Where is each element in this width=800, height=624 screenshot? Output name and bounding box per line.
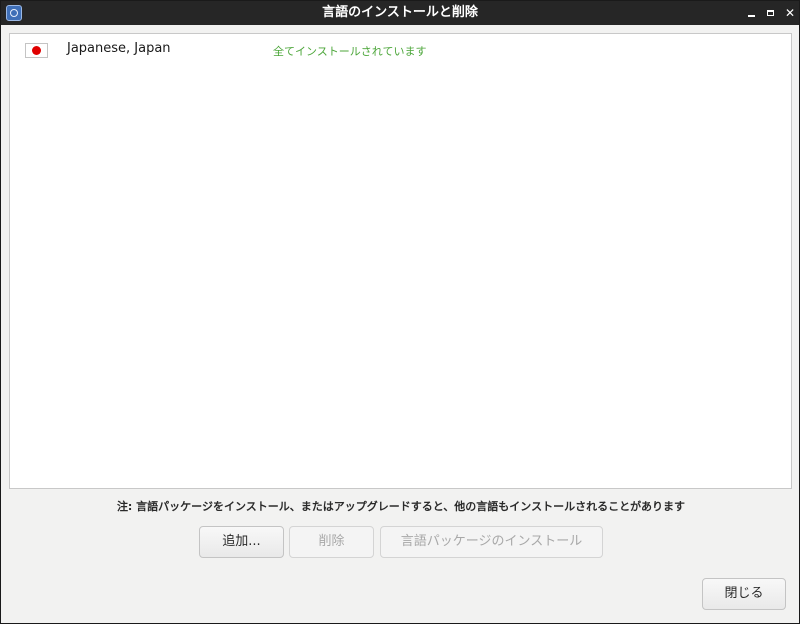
note-text: 注: 言語パッケージをインストール、またはアップグレードすると、他の言語もインス… — [116, 500, 686, 513]
install-status: 全てインストールされています — [273, 45, 427, 58]
remove-button[interactable]: 削除 — [289, 526, 374, 558]
close-button[interactable]: 閉じる — [702, 578, 786, 610]
close-icon: ✕ — [784, 6, 796, 20]
language-name: Japanese, Japan — [67, 41, 171, 56]
install-language-packages-button[interactable]: 言語パッケージのインストール — [380, 526, 603, 558]
add-button[interactable]: 追加... — [199, 526, 284, 558]
maximize-button[interactable] — [764, 5, 778, 21]
title-bar[interactable]: 言語のインストールと削除 ✕ — [1, 1, 799, 25]
close-window-button[interactable]: ✕ — [783, 5, 797, 21]
language-settings-window: 言語のインストールと削除 ✕ Japanese, Japan 全てインストールさ… — [0, 0, 800, 624]
list-item[interactable]: Japanese, Japan 全てインストールされています — [10, 34, 791, 66]
flag-circle — [32, 46, 41, 55]
japan-flag-icon — [25, 43, 48, 58]
maximize-icon — [767, 10, 774, 16]
language-list[interactable]: Japanese, Japan 全てインストールされています — [9, 33, 792, 489]
window-title: 言語のインストールと削除 — [322, 5, 478, 20]
minimize-icon — [748, 15, 755, 17]
minimize-button[interactable] — [745, 5, 759, 21]
